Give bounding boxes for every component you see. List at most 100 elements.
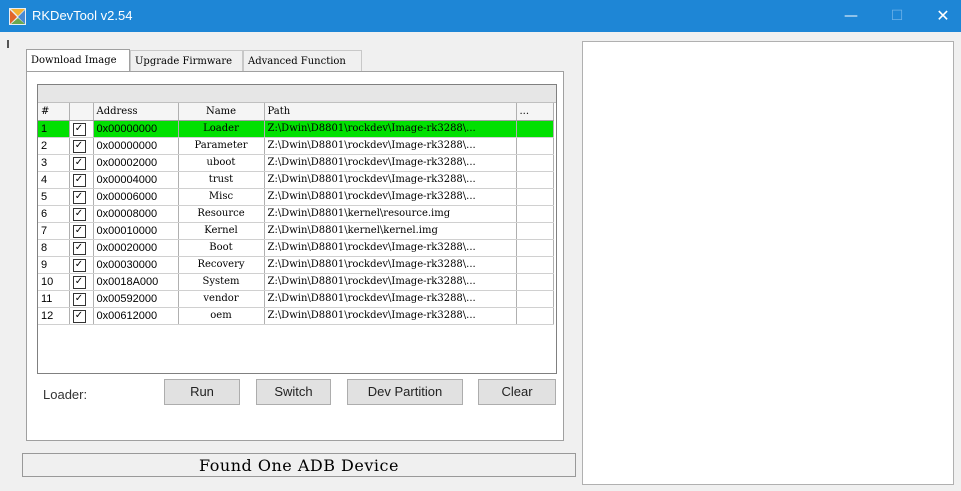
row-path[interactable]: Z:\Dwin\D8801\rockdev\Image-rk3288\...	[264, 239, 517, 257]
row-browse[interactable]	[516, 205, 554, 223]
table-row[interactable]: 4 ✓ 0x00004000 trust Z:\Dwin\D8801\rockd…	[38, 171, 554, 189]
header-path[interactable]: Path	[264, 103, 517, 121]
row-path[interactable]: Z:\Dwin\D8801\rockdev\Image-rk3288\...	[264, 120, 517, 138]
table-row[interactable]: 3 ✓ 0x00002000 uboot Z:\Dwin\D8801\rockd…	[38, 154, 554, 172]
row-checkbox[interactable]: ✓	[72, 242, 86, 255]
row-path[interactable]: Z:\Dwin\D8801\kernel\resource.img	[264, 205, 517, 223]
row-checkbox[interactable]: ✓	[72, 191, 86, 204]
row-path[interactable]: Z:\Dwin\D8801\kernel\kernel.img	[264, 222, 517, 240]
row-address[interactable]: 0x00008000	[93, 205, 179, 223]
log-output-panel[interactable]	[582, 41, 954, 485]
table-row[interactable]: 8 ✓ 0x00020000 Boot Z:\Dwin\D8801\rockde…	[38, 239, 554, 257]
row-checkbox[interactable]: ✓	[72, 293, 86, 306]
header-address[interactable]: Address	[93, 103, 179, 121]
title-bar: RKDevTool v2.54 — ☐ ✕	[0, 0, 961, 32]
row-name[interactable]: Resource	[178, 205, 265, 223]
row-name[interactable]: System	[178, 273, 265, 291]
row-checkbox[interactable]: ✓	[72, 157, 86, 170]
minimize-button[interactable]: —	[828, 0, 874, 32]
header-name[interactable]: Name	[178, 103, 265, 121]
row-name[interactable]: Boot	[178, 239, 265, 257]
row-checkbox[interactable]: ✓	[72, 123, 86, 136]
table-row[interactable]: 5 ✓ 0x00006000 Misc Z:\Dwin\D8801\rockde…	[38, 188, 554, 206]
row-browse[interactable]	[516, 171, 554, 189]
row-path[interactable]: Z:\Dwin\D8801\rockdev\Image-rk3288\...	[264, 307, 517, 325]
tab-download-image[interactable]: Download Image	[26, 49, 130, 72]
table-row[interactable]: 9 ✓ 0x00030000 Recovery Z:\Dwin\D8801\ro…	[38, 256, 554, 274]
row-number: 9	[38, 256, 70, 274]
row-number: 6	[38, 205, 70, 223]
row-path[interactable]: Z:\Dwin\D8801\rockdev\Image-rk3288\...	[264, 273, 517, 291]
header-check[interactable]	[69, 103, 94, 121]
table-row[interactable]: 1 ✓ 0x00000000 Loader Z:\Dwin\D8801\rock…	[38, 120, 554, 138]
table-row[interactable]: 11 ✓ 0x00592000 vendor Z:\Dwin\D8801\roc…	[38, 290, 554, 308]
row-name[interactable]: Loader	[178, 120, 265, 138]
row-browse[interactable]	[516, 188, 554, 206]
row-browse[interactable]	[516, 154, 554, 172]
row-address[interactable]: 0x00002000	[93, 154, 179, 172]
row-path[interactable]: Z:\Dwin\D8801\rockdev\Image-rk3288\...	[264, 137, 517, 155]
header-number[interactable]: #	[38, 103, 70, 121]
dev-partition-button[interactable]: Dev Partition	[347, 379, 463, 405]
row-browse[interactable]	[516, 239, 554, 257]
row-name[interactable]: vendor	[178, 290, 265, 308]
table-top-bar	[38, 85, 556, 103]
row-path[interactable]: Z:\Dwin\D8801\rockdev\Image-rk3288\...	[264, 290, 517, 308]
table-row[interactable]: 6 ✓ 0x00008000 Resource Z:\Dwin\D8801\ke…	[38, 205, 554, 223]
row-number: 5	[38, 188, 70, 206]
run-button[interactable]: Run	[164, 379, 240, 405]
row-path[interactable]: Z:\Dwin\D8801\rockdev\Image-rk3288\...	[264, 171, 517, 189]
row-name[interactable]: Kernel	[178, 222, 265, 240]
row-checkbox[interactable]: ✓	[72, 174, 86, 187]
row-browse[interactable]	[516, 273, 554, 291]
row-browse[interactable]	[516, 120, 554, 138]
row-name[interactable]: Parameter	[178, 137, 265, 155]
switch-button[interactable]: Switch	[256, 379, 331, 405]
row-name[interactable]: uboot	[178, 154, 265, 172]
row-address[interactable]: 0x0018A000	[93, 273, 179, 291]
row-name[interactable]: Misc	[178, 188, 265, 206]
row-checkbox[interactable]: ✓	[72, 310, 86, 323]
header-more[interactable]: ...	[516, 103, 554, 121]
table-row[interactable]: 2 ✓ 0x00000000 Parameter Z:\Dwin\D8801\r…	[38, 137, 554, 155]
row-address[interactable]: 0x00030000	[93, 256, 179, 274]
row-name[interactable]: oem	[178, 307, 265, 325]
tab-upgrade-firmware[interactable]: Upgrade Firmware	[130, 50, 243, 71]
row-browse[interactable]	[516, 290, 554, 308]
row-checkbox[interactable]: ✓	[72, 208, 86, 221]
table-row[interactable]: 10 ✓ 0x0018A000 System Z:\Dwin\D8801\roc…	[38, 273, 554, 291]
row-number: 1	[38, 120, 70, 138]
row-browse[interactable]	[516, 137, 554, 155]
row-address[interactable]: 0x00004000	[93, 171, 179, 189]
close-button[interactable]: ✕	[920, 0, 961, 32]
row-checkbox-cell: ✓	[69, 222, 94, 240]
app-logo-icon	[9, 8, 26, 25]
row-checkbox-cell: ✓	[69, 205, 94, 223]
row-address[interactable]: 0x00006000	[93, 188, 179, 206]
row-browse[interactable]	[516, 222, 554, 240]
row-path[interactable]: Z:\Dwin\D8801\rockdev\Image-rk3288\...	[264, 154, 517, 172]
row-checkbox[interactable]: ✓	[72, 259, 86, 272]
table-header-row: # Address Name Path ...	[38, 103, 554, 121]
table-row[interactable]: 12 ✓ 0x00612000 oem Z:\Dwin\D8801\rockde…	[38, 307, 554, 325]
row-checkbox-cell: ✓	[69, 154, 94, 172]
row-checkbox[interactable]: ✓	[72, 140, 86, 153]
row-checkbox[interactable]: ✓	[72, 225, 86, 238]
table-row[interactable]: 7 ✓ 0x00010000 Kernel Z:\Dwin\D8801\kern…	[38, 222, 554, 240]
maximize-button[interactable]: ☐	[874, 0, 920, 32]
tab-advanced-function[interactable]: Advanced Function	[243, 50, 362, 71]
row-address[interactable]: 0x00592000	[93, 290, 179, 308]
row-path[interactable]: Z:\Dwin\D8801\rockdev\Image-rk3288\...	[264, 256, 517, 274]
row-path[interactable]: Z:\Dwin\D8801\rockdev\Image-rk3288\...	[264, 188, 517, 206]
row-name[interactable]: Recovery	[178, 256, 265, 274]
row-browse[interactable]	[516, 256, 554, 274]
row-address[interactable]: 0x00612000	[93, 307, 179, 325]
row-name[interactable]: trust	[178, 171, 265, 189]
row-address[interactable]: 0x00010000	[93, 222, 179, 240]
row-browse[interactable]	[516, 307, 554, 325]
row-address[interactable]: 0x00020000	[93, 239, 179, 257]
row-address[interactable]: 0x00000000	[93, 120, 179, 138]
row-checkbox[interactable]: ✓	[72, 276, 86, 289]
row-address[interactable]: 0x00000000	[93, 137, 179, 155]
clear-button[interactable]: Clear	[478, 379, 556, 405]
